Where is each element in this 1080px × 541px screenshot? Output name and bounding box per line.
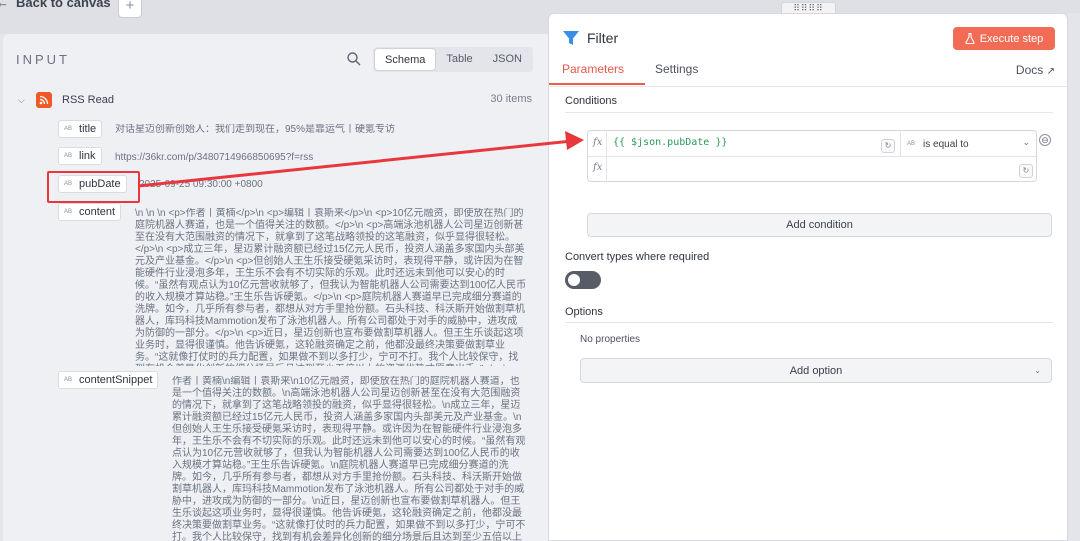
field-name: contentSnippet [79, 374, 153, 386]
field-pill[interactable]: AB link [58, 147, 102, 165]
reset-icon[interactable]: ↻ [1019, 164, 1033, 178]
options-label: Options [565, 306, 603, 318]
parameter-tabs: Parameters Settings Docs ↗ [549, 60, 1067, 88]
conditions-label: Conditions [565, 95, 617, 107]
execute-step-button[interactable]: Execute step [953, 27, 1055, 50]
condition-row: fx {{ $json.pubDate }} ↻ AB is equal to … [587, 130, 1038, 183]
field-name: content [79, 206, 116, 218]
section-divider [565, 322, 1053, 323]
tab-settings[interactable]: Settings [655, 62, 698, 76]
search-icon[interactable] [346, 51, 362, 67]
string-type-icon: AB [64, 153, 73, 159]
rss-icon [36, 92, 52, 108]
active-tab-indicator [549, 83, 645, 85]
annotation-highlight-box [47, 171, 140, 203]
back-arrow-icon[interactable]: ← [0, 0, 9, 10]
docs-label: Docs [1015, 63, 1044, 77]
input-panel: INPUT Schema Table JSON ⌵ RSS Read 30 it… [3, 34, 563, 541]
fx-divider [606, 131, 607, 183]
fx-icon: fx [593, 162, 603, 173]
string-type-icon: AB [907, 141, 916, 147]
filter-node-panel: Filter Execute step Parameters Settings … [548, 13, 1068, 541]
field-value: 作者丨黄楠\n编辑丨袁斯来\n10亿元融资，即使放在热门的庭院机器人赛道，也是一… [172, 376, 526, 541]
field-value: https://36kr.com/p/3480714966850695?f=rs… [115, 152, 314, 163]
execute-step-label: Execute step [979, 32, 1044, 45]
operator-select[interactable]: AB is equal to ⌄ [900, 131, 1038, 157]
chevron-down-icon[interactable]: ⌵ [18, 95, 36, 106]
view-mode-toggle: Schema Table JSON [373, 47, 533, 72]
node-title: Filter [587, 30, 619, 46]
field-pill[interactable]: AB content [58, 203, 122, 221]
string-type-icon: AB [64, 209, 73, 215]
node-header-rss-read[interactable]: ⌵ RSS Read 30 items [18, 90, 538, 110]
tab-parameters[interactable]: Parameters [562, 62, 624, 76]
convert-types-toggle[interactable] [565, 271, 601, 289]
add-condition-button[interactable]: Add condition [587, 213, 1052, 237]
tab-divider [549, 86, 1067, 87]
back-to-canvas-link[interactable]: Back to canvas [16, 0, 111, 10]
field-name: title [79, 123, 97, 135]
left-value-input[interactable]: {{ $json.pubDate }} [613, 137, 727, 148]
field-value: \n \n \n <p>作者丨黄楠</p>\n <p>编辑丨袁斯来</p>\n … [135, 208, 527, 366]
add-option-label: Add option [789, 364, 843, 377]
view-table-button[interactable]: Table [436, 48, 482, 71]
input-title: INPUT [16, 52, 70, 67]
condition-left-row: fx {{ $json.pubDate }} ↻ AB is equal to … [588, 131, 1038, 157]
items-count: 30 items [490, 93, 532, 105]
remove-condition-icon[interactable]: ⊖ [1039, 134, 1051, 146]
node-name: RSS Read [62, 94, 114, 106]
field-pill[interactable]: AB contentSnippet [58, 371, 159, 389]
section-divider [565, 112, 1053, 113]
field-name: link [79, 150, 96, 162]
no-properties-text: No properties [580, 334, 641, 345]
field-value: 对话星迈创新创始人：我们走到现在，95%是靠运气丨硬氪专访 [115, 124, 396, 135]
filter-icon [563, 31, 579, 45]
operator-value: is equal to [923, 138, 969, 150]
add-option-select[interactable]: Add option ⌄ [580, 358, 1052, 383]
chevron-down-icon: ⌄ [1022, 137, 1030, 147]
field-pill[interactable]: AB title [58, 120, 103, 138]
toggle-knob [568, 274, 580, 286]
docs-link[interactable]: Docs ↗ [1016, 63, 1055, 77]
string-type-icon: AB [64, 377, 73, 383]
fx-icon: fx [593, 137, 603, 148]
add-node-button[interactable]: + [118, 0, 142, 18]
chevron-down-icon: ⌄ [1034, 366, 1041, 375]
convert-types-label: Convert types where required [565, 251, 710, 263]
right-value-input[interactable] [613, 161, 893, 179]
external-link-icon: ↗ [1046, 66, 1055, 77]
flask-icon [965, 33, 975, 44]
field-value: 2025-09-25 09:30:00 +0800 [139, 179, 263, 190]
reset-icon[interactable]: ↻ [881, 139, 895, 153]
view-json-button[interactable]: JSON [483, 48, 532, 71]
string-type-icon: AB [64, 126, 73, 132]
view-schema-button[interactable]: Schema [374, 48, 437, 71]
canvas-edge [1068, 13, 1080, 541]
